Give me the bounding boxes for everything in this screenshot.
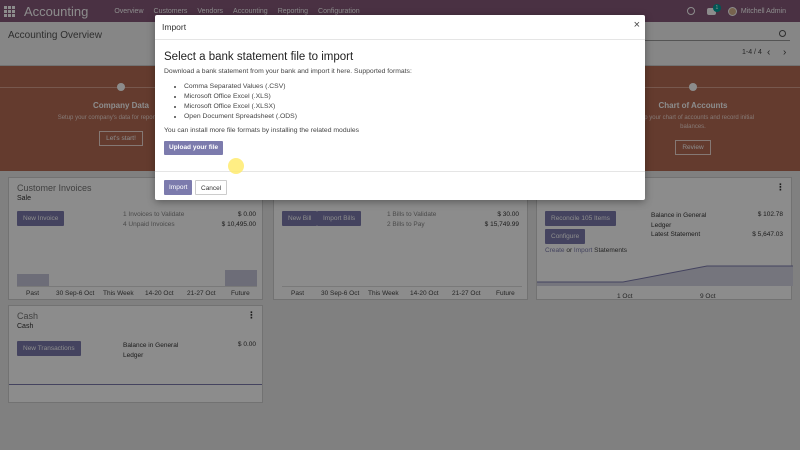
- import-button[interactable]: Import: [164, 180, 193, 195]
- format-item: Microsoft Office Excel (.XLSX): [184, 102, 297, 112]
- dialog-header: Import ×: [155, 15, 645, 40]
- dialog-intro: Download a bank statement from your bank…: [164, 68, 412, 75]
- dialog-title: Import: [162, 22, 187, 32]
- format-item: Microsoft Office Excel (.XLS): [184, 92, 297, 102]
- install-modules-hint: You can install more file formats by ins…: [164, 127, 360, 134]
- cancel-button[interactable]: Cancel: [195, 180, 228, 195]
- upload-file-button[interactable]: Upload your file: [164, 141, 224, 155]
- dialog-footer: Import Cancel: [155, 171, 645, 200]
- import-dialog: Import × Select a bank statement file to…: [155, 15, 645, 200]
- format-item: Open Document Spreadsheet (.ODS): [184, 112, 297, 122]
- dialog-heading: Select a bank statement file to import: [164, 51, 354, 63]
- format-item: Comma Separated Values (.CSV): [184, 82, 297, 92]
- cursor-highlight: [228, 158, 244, 174]
- supported-formats-list: Comma Separated Values (.CSV) Microsoft …: [175, 82, 297, 122]
- close-icon[interactable]: ×: [634, 19, 640, 31]
